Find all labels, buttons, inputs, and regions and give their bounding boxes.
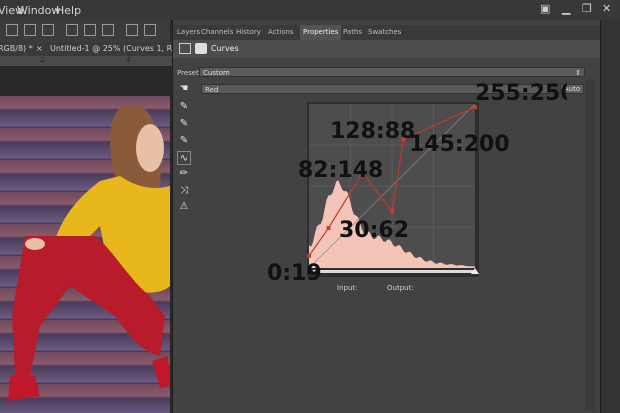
tab-layers[interactable]: Layers <box>177 28 200 36</box>
clipping-warning-icon[interactable]: ⚠ <box>177 200 191 214</box>
distribute-icon[interactable] <box>102 24 114 36</box>
output-label: Output: <box>387 284 414 292</box>
canvas-area[interactable] <box>0 66 172 413</box>
window-controls: ▣ ▁ ❐ ✕ <box>540 0 620 20</box>
options-bar <box>0 20 170 43</box>
panel-header: Curves <box>173 40 601 58</box>
tab-actions[interactable]: Actions <box>268 28 294 36</box>
eyedropper-gray-icon[interactable]: ✎ <box>177 117 191 131</box>
properties-panel: Layers Channels History Actions Properti… <box>172 20 601 413</box>
distribute-icon[interactable] <box>66 24 78 36</box>
point-label-0: 0:19 <box>267 261 322 286</box>
distribute-icon[interactable] <box>84 24 96 36</box>
document-tabs: RGB/8) * × Untitled-1 @ 25% (Curves 1, R… <box>0 42 201 56</box>
curve-edit-icon[interactable]: ∿ <box>177 151 191 165</box>
tab-paths[interactable]: Paths <box>343 28 362 36</box>
eyedropper-black-icon[interactable]: ✎ <box>177 100 191 114</box>
menu-bar: View Window Help ▣ ▁ ❐ ✕ <box>0 0 620 21</box>
tab-channels[interactable]: Channels <box>201 28 233 36</box>
arrange-icon[interactable]: ▣ <box>540 2 550 15</box>
menu-window[interactable]: Window <box>17 4 60 17</box>
minimize-icon[interactable]: ▁ <box>562 2 570 15</box>
align-icon[interactable] <box>6 24 18 36</box>
tab-swatches[interactable]: Swatches <box>368 28 401 36</box>
document-image <box>0 96 170 413</box>
point-label-2: 82:148 <box>298 158 383 183</box>
input-label: Input: <box>337 284 358 292</box>
align-icon[interactable] <box>42 24 54 36</box>
doc-tab-1[interactable]: RGB/8) * <box>0 44 33 53</box>
point-labels: 0:19 30:62 82:148 128:88 145:200 255:250 <box>267 81 567 286</box>
pencil-icon[interactable]: ✏ <box>177 167 191 181</box>
eyedropper-white-icon[interactable]: ✎ <box>177 134 191 148</box>
ruler-mark: 2 <box>40 56 45 64</box>
right-dock <box>600 20 620 413</box>
panel-title: Curves <box>211 44 239 53</box>
channel-value: Red <box>205 86 219 94</box>
doc-tab-1-close[interactable]: × <box>36 44 43 53</box>
chevron-down-icon: ⇕ <box>575 69 581 77</box>
layer-mask-icon[interactable] <box>195 43 207 54</box>
panel-tabs: Layers Channels History Actions Properti… <box>173 25 601 40</box>
align-icon[interactable] <box>24 24 36 36</box>
distribute-icon[interactable] <box>126 24 138 36</box>
point-label-5: 255:250 <box>475 81 567 106</box>
restore-icon[interactable]: ❐ <box>582 2 592 15</box>
preset-value: Custom <box>203 69 230 77</box>
point-label-4: 145:200 <box>409 132 510 157</box>
panel-scrollbar[interactable] <box>585 80 595 410</box>
smooth-icon[interactable]: ⤨ <box>177 184 191 198</box>
preset-label: Preset: <box>177 69 202 77</box>
tab-history[interactable]: History <box>236 28 261 36</box>
distribute-icon[interactable] <box>144 24 156 36</box>
menu-help[interactable]: Help <box>56 4 81 17</box>
point-label-1: 30:62 <box>339 218 409 243</box>
ruler-mark: 4 <box>126 56 131 64</box>
point-label-3: 128:88 <box>330 119 415 144</box>
tab-properties[interactable]: Properties <box>300 25 342 40</box>
curves-adjustment-icon <box>179 43 191 54</box>
target-adjust-icon[interactable]: ☚ <box>177 82 191 96</box>
close-icon[interactable]: ✕ <box>602 2 611 15</box>
